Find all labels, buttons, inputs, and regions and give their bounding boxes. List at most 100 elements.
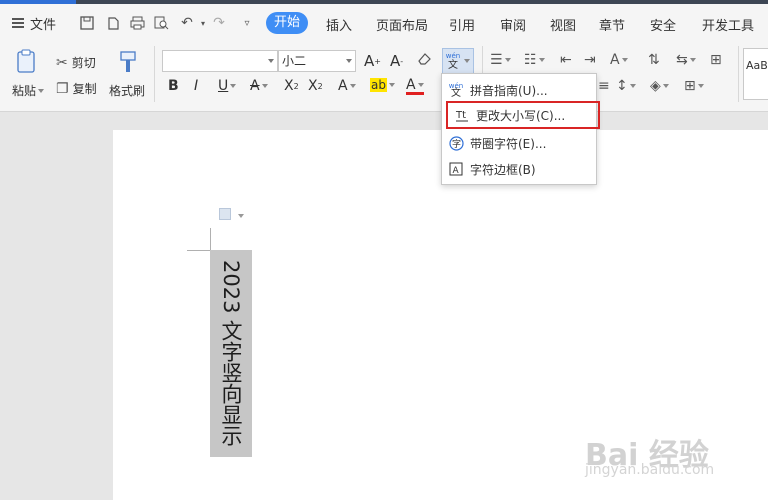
tab-references[interactable]: 引用	[449, 15, 475, 34]
scissors-icon: ✂	[56, 54, 68, 71]
tab-view[interactable]: 视图	[550, 15, 576, 34]
change-case-icon: Tt	[448, 108, 476, 122]
table-layout-icon[interactable]: ⊞	[710, 52, 722, 68]
baidu-jingyan-watermark: Bai 经验 jingyan.baidu.com	[585, 430, 735, 490]
pinyin-icon-bottom: 文	[448, 60, 458, 71]
format-painter-icon[interactable]	[116, 50, 140, 74]
redo-icon[interactable]: ↷	[210, 14, 228, 32]
copy-icon: ❐	[56, 80, 69, 97]
subscript-icon[interactable]: X2	[308, 78, 323, 94]
tab-page-layout[interactable]: 页面布局	[376, 15, 428, 34]
cut-button[interactable]: ✂ 剪切	[56, 54, 96, 71]
font-name-input[interactable]	[162, 50, 278, 72]
chevron-down-icon	[417, 83, 424, 87]
chevron-down-icon	[38, 88, 45, 93]
numbered-list-icon[interactable]: ☷	[524, 52, 545, 68]
hamburger-icon	[12, 18, 24, 28]
chevron-down-icon	[464, 59, 471, 63]
svg-text:A: A	[453, 166, 460, 176]
menu-item-label: 字符边框(B)	[470, 162, 536, 177]
tab-home[interactable]: 开始	[266, 12, 308, 34]
tab-security[interactable]: 安全	[650, 15, 676, 34]
chevron-down-icon	[689, 58, 696, 62]
chevron-down-icon	[538, 58, 545, 62]
char-border-icon: A	[442, 162, 470, 176]
decrease-indent-icon[interactable]: ⇤	[560, 52, 572, 68]
border-icon[interactable]: ⊞	[684, 78, 704, 94]
chevron-down-icon	[349, 84, 356, 88]
chevron-down-icon	[261, 84, 268, 88]
superscript-icon[interactable]: X2	[284, 78, 299, 94]
format-painter-button[interactable]: 格式刷	[109, 82, 145, 99]
pinyin-guide-button[interactable]: wén 文	[442, 48, 474, 74]
page-margin-corner-h	[187, 250, 211, 251]
chevron-down-icon[interactable]	[238, 214, 244, 218]
sort-icon[interactable]: ⇅	[648, 52, 660, 68]
pinyin-icon: wén 文	[448, 82, 464, 99]
font-size-input[interactable]: 小二	[278, 50, 356, 72]
align-distributed-icon[interactable]: ≡	[598, 78, 610, 94]
highlight-icon[interactable]: ab	[370, 78, 395, 92]
copy-button[interactable]: ❐ 复制	[56, 80, 97, 97]
menu-item-label: 带圈字符(E)...	[470, 136, 547, 151]
font-color-icon[interactable]: A	[406, 78, 424, 95]
print-icon[interactable]	[128, 14, 146, 32]
style-preview[interactable]: AaB	[743, 48, 768, 100]
paste-button[interactable]: 粘贴	[12, 82, 45, 99]
menu-item-label: 更改大小写(C)...	[476, 108, 566, 123]
menu-item-change-case[interactable]: Tt 更改大小写(C)...	[446, 101, 600, 129]
clear-format-icon[interactable]	[416, 52, 432, 66]
copy-label: 复制	[72, 82, 97, 96]
style-preview-label: AaB	[746, 59, 768, 72]
bullet-list-icon[interactable]: ☰	[490, 52, 511, 68]
svg-text:Tt: Tt	[455, 110, 466, 121]
chevron-down-icon	[230, 84, 237, 88]
save-icon[interactable]	[78, 14, 96, 32]
chevron-down-icon	[629, 84, 636, 88]
ribbon-toolbar: 粘贴 ✂ 剪切 ❐ 复制 格式刷 小二 A + A- wén 文 B I U A X2…	[0, 42, 768, 112]
customize-qa-icon[interactable]: ▿	[238, 14, 256, 32]
increase-indent-icon[interactable]: ⇥	[584, 52, 596, 68]
chevron-down-icon	[504, 58, 511, 62]
watermark-url: jingyan.baidu.com	[585, 462, 715, 478]
tab-review[interactable]: 审阅	[500, 15, 526, 34]
shading-icon[interactable]: ◈	[650, 78, 669, 94]
bold-icon[interactable]: B	[168, 78, 179, 94]
font-size-value: 小二	[282, 54, 307, 68]
tab-chapter[interactable]: 章节	[599, 15, 625, 34]
paste-label: 粘贴	[12, 84, 37, 98]
page-margin-corner-v	[210, 228, 211, 250]
shrink-font-icon[interactable]: A-	[390, 52, 403, 70]
svg-text:字: 字	[452, 138, 461, 150]
ribbon-divider	[154, 46, 155, 102]
chevron-down-icon	[662, 84, 669, 88]
text-effect-icon[interactable]: A	[338, 78, 356, 94]
menu-bar: 文件 ↶ ▾ ↷ ▿ 开始 插入 页面布局 引用 审阅 视图 章节 安全 开发工…	[0, 4, 768, 42]
line-spacing-icon[interactable]: ↕	[616, 78, 636, 94]
menu-item-label: 拼音指南(U)...	[470, 83, 548, 98]
text-direction-icon[interactable]: A	[610, 52, 628, 68]
underline-icon[interactable]: U	[218, 78, 237, 94]
grow-font-icon[interactable]: A +	[364, 52, 381, 70]
paste-icon[interactable]	[14, 48, 40, 74]
paragraph-layout-icon[interactable]	[219, 208, 231, 220]
menu-item-char-border[interactable]: A 字符边框(B)	[442, 156, 598, 182]
strikethrough-icon[interactable]: A	[250, 78, 268, 94]
cut-label: 剪切	[71, 56, 96, 70]
tab-insert[interactable]: 插入	[326, 15, 352, 34]
file-menu[interactable]: 文件	[12, 14, 57, 33]
format-painter-label: 格式刷	[109, 84, 146, 98]
enclosed-char-icon: 字	[442, 135, 470, 151]
menu-item-pinyin-guide[interactable]: wén 文 拼音指南(U)...	[442, 77, 598, 103]
show-hide-marks-icon[interactable]: ⇆	[676, 52, 696, 68]
file-menu-label: 文件	[30, 17, 57, 33]
print-preview-icon[interactable]	[152, 14, 170, 32]
vertical-text-selection[interactable]: 2023 文字竖向显示	[210, 250, 252, 457]
italic-icon[interactable]: I	[194, 78, 198, 94]
export-icon[interactable]	[104, 14, 122, 32]
chevron-down-icon[interactable]	[268, 59, 274, 63]
menu-item-enclosed-char[interactable]: 字 带圈字符(E)...	[442, 130, 598, 156]
pinyin-dropdown-menu: wén 文 拼音指南(U)... Tt 更改大小写(C)... 字 带圈字符(E)…	[441, 73, 600, 185]
chevron-down-icon[interactable]	[346, 59, 352, 63]
tab-developer-tools[interactable]: 开发工具	[702, 15, 754, 34]
